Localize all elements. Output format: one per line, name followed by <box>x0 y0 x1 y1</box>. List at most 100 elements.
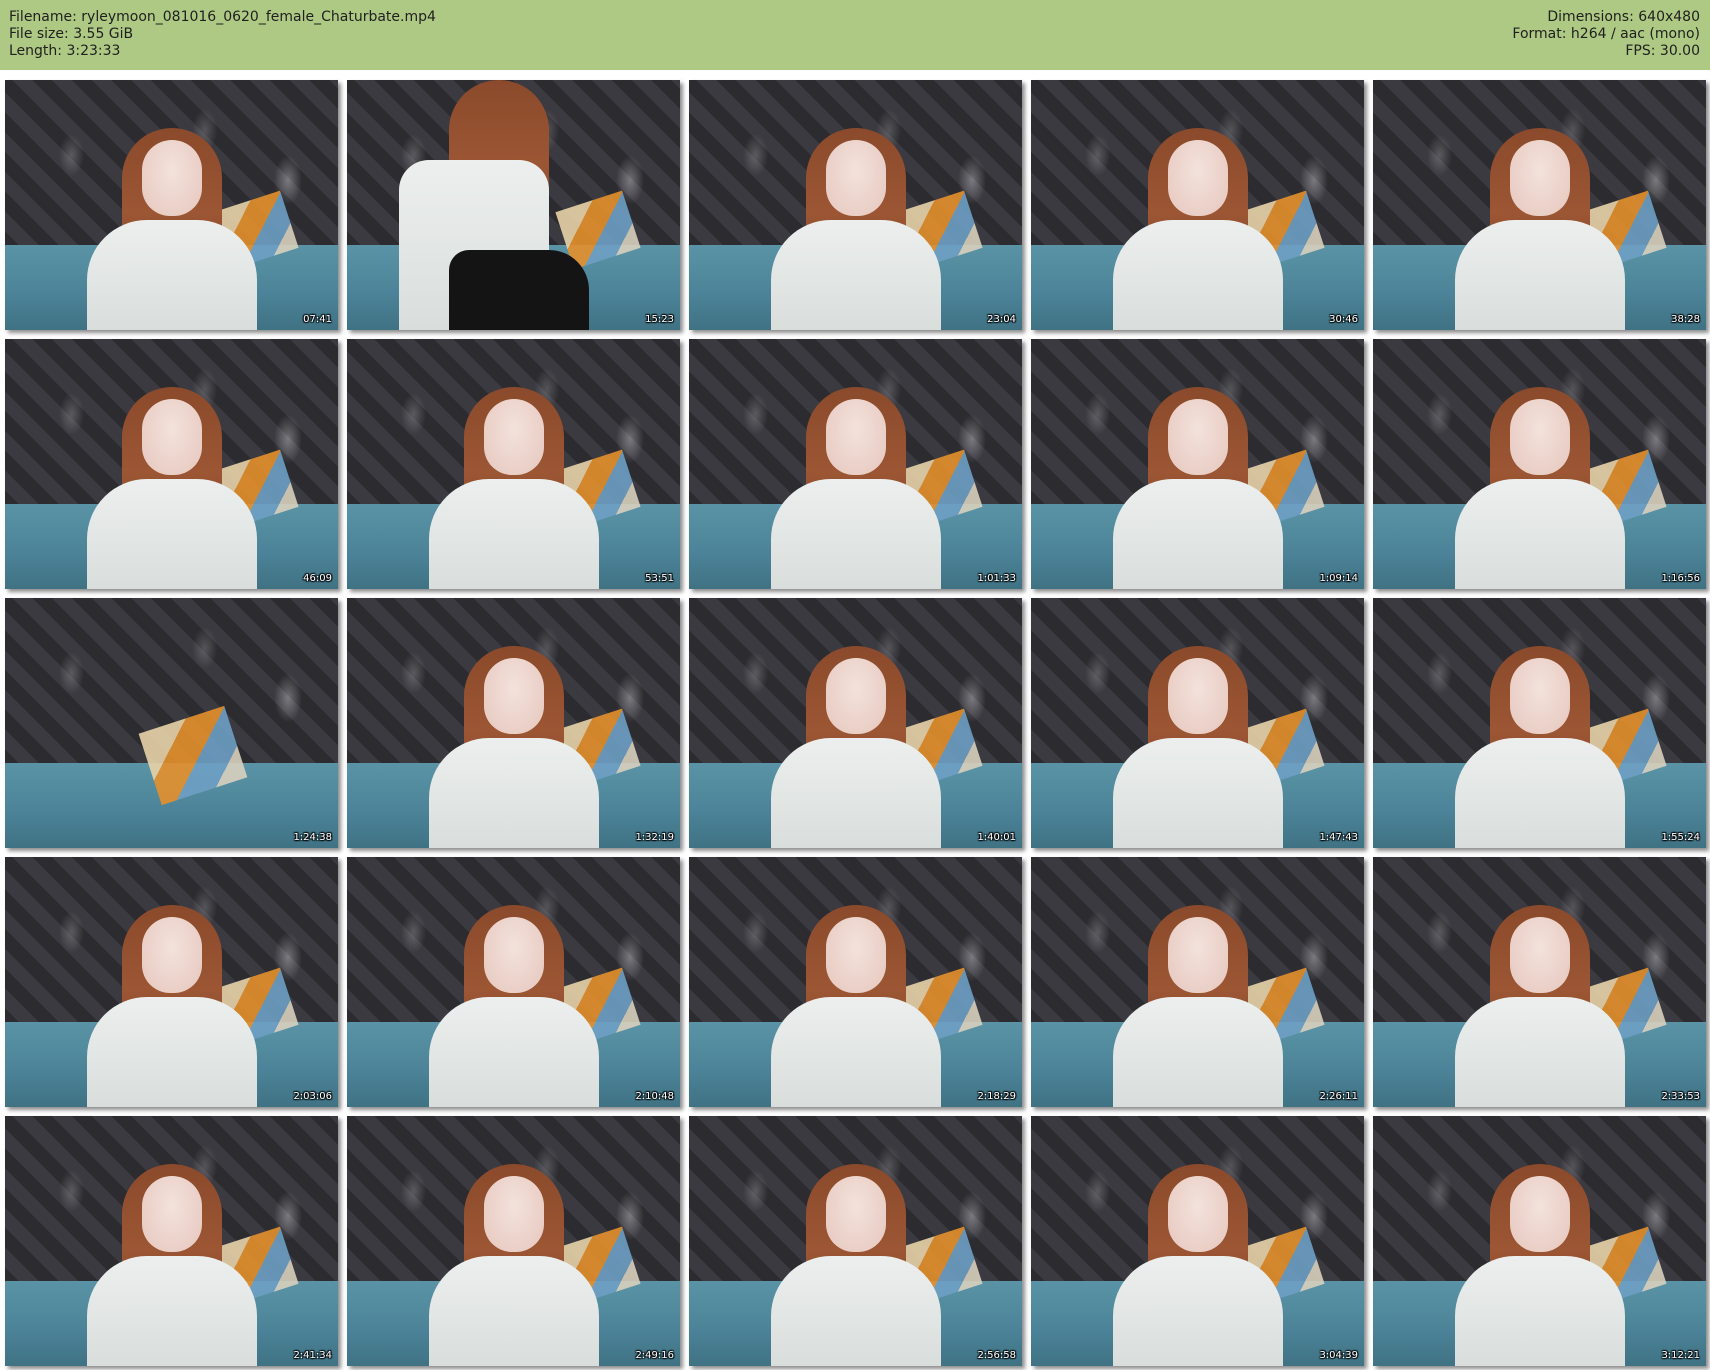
thumbnail-timestamp: 2:49:16 <box>635 1350 674 1361</box>
person-face <box>1167 917 1228 993</box>
person-face <box>141 917 202 993</box>
person-face <box>483 917 544 993</box>
person-sweater <box>1112 220 1283 330</box>
person-sweater <box>86 220 257 330</box>
person-figure <box>86 897 257 1107</box>
person-sweater <box>428 738 599 848</box>
person-face <box>1509 1176 1570 1252</box>
person-face <box>483 1176 544 1252</box>
person-face <box>483 399 544 475</box>
person-face <box>1167 140 1228 216</box>
video-thumbnail[interactable]: 15:23 <box>347 80 680 330</box>
person-face <box>1167 399 1228 475</box>
thumbnail-timestamp: 1:32:19 <box>635 832 674 843</box>
video-thumbnail[interactable]: 07:41 <box>5 80 338 330</box>
video-thumbnail[interactable]: 1:40:01 <box>689 598 1022 848</box>
video-thumbnail[interactable]: 2:41:34 <box>5 1116 338 1366</box>
file-info: Filename: ryleymoon_081016_0620_female_C… <box>9 9 436 60</box>
person-figure <box>1112 1156 1283 1366</box>
person-legs <box>448 250 589 330</box>
video-thumbnail[interactable]: 2:26:11 <box>1031 857 1364 1107</box>
thumbnail-timestamp: 3:12:21 <box>1661 1350 1700 1361</box>
video-thumbnail[interactable]: 1:47:43 <box>1031 598 1364 848</box>
video-thumbnail[interactable]: 2:49:16 <box>347 1116 680 1366</box>
person-face <box>1509 399 1570 475</box>
person-face <box>825 917 886 993</box>
person-figure <box>770 120 941 330</box>
person-face <box>141 140 202 216</box>
thumbnail-timestamp: 46:09 <box>303 573 332 584</box>
video-thumbnail[interactable]: 38:28 <box>1373 80 1706 330</box>
video-thumbnail[interactable]: 23:04 <box>689 80 1022 330</box>
video-thumbnail[interactable]: 2:56:58 <box>689 1116 1022 1366</box>
length-text: Length: 3:23:33 <box>9 43 121 59</box>
video-thumbnail[interactable]: 1:55:24 <box>1373 598 1706 848</box>
person-sweater <box>86 997 257 1107</box>
video-thumbnail[interactable]: 2:18:29 <box>689 857 1022 1107</box>
person-sweater <box>770 220 941 330</box>
person-sweater <box>770 1256 941 1366</box>
video-thumbnail[interactable]: 3:04:39 <box>1031 1116 1364 1366</box>
person-figure <box>86 379 257 589</box>
video-thumbnail[interactable]: 30:46 <box>1031 80 1364 330</box>
video-thumbnail[interactable]: 46:09 <box>5 339 338 589</box>
person-sweater <box>1112 479 1283 589</box>
thumbnail-timestamp: 15:23 <box>645 314 674 325</box>
video-thumbnail[interactable]: 2:03:06 <box>5 857 338 1107</box>
thumbnail-grid: 07:41 15:23 23:04 30:46 38:28 46:09 53:51 1:01:… <box>5 80 1706 1366</box>
person-sweater <box>428 997 599 1107</box>
info-header: Filename: ryleymoon_081016_0620_female_C… <box>0 0 1710 70</box>
person-figure <box>428 379 599 589</box>
video-thumbnail[interactable]: 2:10:48 <box>347 857 680 1107</box>
person-figure <box>1454 120 1625 330</box>
person-sweater <box>770 738 941 848</box>
person-face <box>1167 658 1228 734</box>
thumbnail-timestamp: 1:47:43 <box>1319 832 1358 843</box>
person-figure <box>1454 897 1625 1107</box>
video-thumbnail[interactable]: 1:32:19 <box>347 598 680 848</box>
person-figure <box>1454 379 1625 589</box>
video-thumbnail[interactable]: 3:12:21 <box>1373 1116 1706 1366</box>
thumbnail-timestamp: 38:28 <box>1671 314 1700 325</box>
video-info: Dimensions: 640x480 Format: h264 / aac (… <box>1512 9 1700 60</box>
person-figure <box>1454 638 1625 848</box>
thumbnail-timestamp: 3:04:39 <box>1319 1350 1358 1361</box>
person-sweater <box>1112 1256 1283 1366</box>
thumbnail-timestamp: 1:55:24 <box>1661 832 1700 843</box>
thumbnail-timestamp: 1:09:14 <box>1319 573 1358 584</box>
thumbnail-timestamp: 30:46 <box>1329 314 1358 325</box>
person-face <box>141 1176 202 1252</box>
person-face <box>1167 1176 1228 1252</box>
person-figure <box>428 897 599 1107</box>
video-thumbnail[interactable]: 53:51 <box>347 339 680 589</box>
thumbnail-timestamp: 1:01:33 <box>977 573 1016 584</box>
person-sweater <box>428 479 599 589</box>
person-figure <box>428 638 599 848</box>
person-sweater <box>428 1256 599 1366</box>
person-sweater <box>1454 479 1625 589</box>
person-sweater <box>1454 1256 1625 1366</box>
person-figure <box>1112 638 1283 848</box>
person-face <box>825 1176 886 1252</box>
person-sweater <box>770 997 941 1107</box>
thumbnail-timestamp: 1:24:38 <box>293 832 332 843</box>
person-sweater <box>1454 738 1625 848</box>
video-thumbnail[interactable]: 2:33:53 <box>1373 857 1706 1107</box>
person-figure <box>1112 120 1283 330</box>
thumbnail-timestamp: 2:10:48 <box>635 1091 674 1102</box>
thumbnail-timestamp: 2:26:11 <box>1319 1091 1358 1102</box>
person-sweater <box>1454 220 1625 330</box>
person-sweater <box>86 1256 257 1366</box>
person-face <box>1509 140 1570 216</box>
thumbnail-timestamp: 2:41:34 <box>293 1350 332 1361</box>
video-thumbnail[interactable]: 1:01:33 <box>689 339 1022 589</box>
person-sweater <box>1454 997 1625 1107</box>
person-figure <box>86 120 257 330</box>
video-thumbnail[interactable]: 1:16:56 <box>1373 339 1706 589</box>
person-face <box>825 658 886 734</box>
video-thumbnail[interactable]: 1:09:14 <box>1031 339 1364 589</box>
person-face <box>825 140 886 216</box>
person-sweater <box>1112 738 1283 848</box>
thumbnail-timestamp: 2:33:53 <box>1661 1091 1700 1102</box>
video-thumbnail[interactable]: 1:24:38 <box>5 598 338 848</box>
